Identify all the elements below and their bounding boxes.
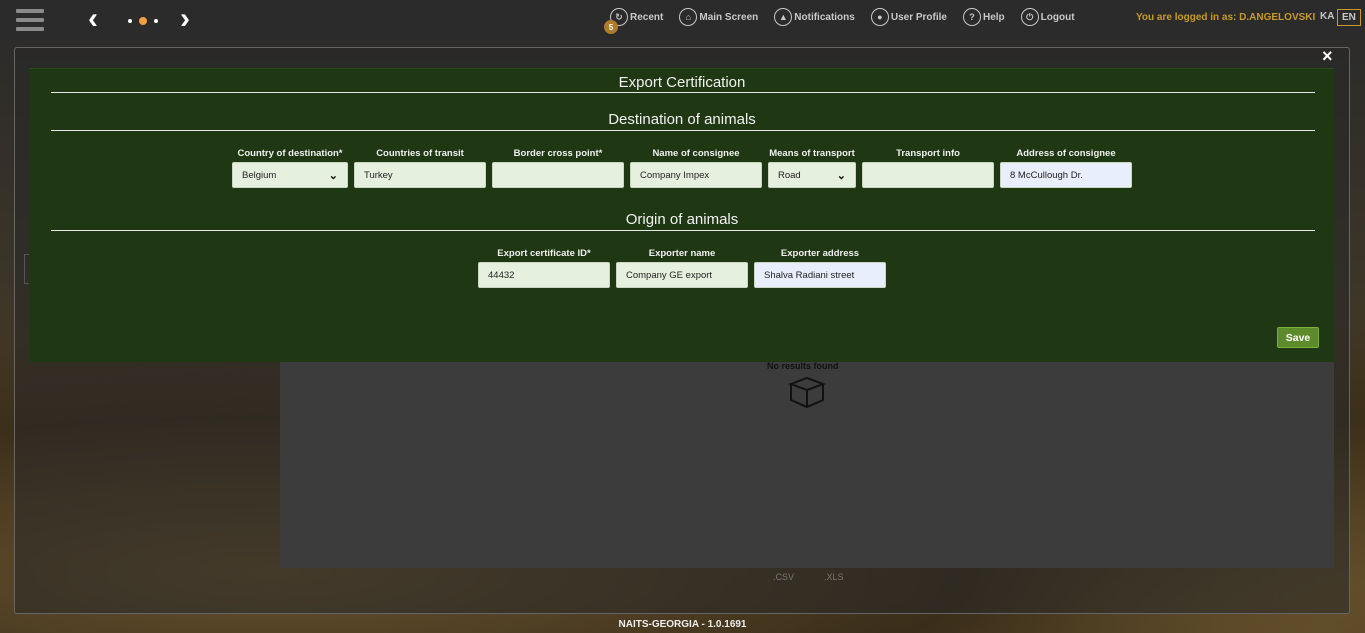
countries-of-transit-field: Countries of transit Turkey — [354, 148, 486, 188]
exporter-address-label: Exporter address — [780, 248, 860, 259]
forward-arrow-icon[interactable]: › — [180, 4, 190, 34]
close-icon[interactable]: × — [1322, 46, 1333, 66]
transport-info-label: Transport info — [896, 148, 960, 159]
menu-recent[interactable]: ↻ 5 Recent — [604, 8, 664, 34]
origin-title: Origin of animals — [625, 211, 739, 228]
chevron-down-icon: ⌄ — [328, 169, 338, 182]
power-icon: ⏻ — [1020, 8, 1039, 26]
transport-label: Means of transport — [769, 148, 855, 159]
export-csv-link[interactable]: .CSV — [773, 572, 794, 582]
transport-select[interactable]: Road ⌄ — [768, 162, 856, 188]
means-of-transport-field: Means of transport Road ⌄ — [768, 148, 856, 188]
export-certification-modal: Export Certification Destination of anim… — [29, 68, 1334, 362]
footer-version: NAITS-GEORGIA - 1.0.1691 — [618, 619, 747, 630]
logged-in-text: You are logged in as: D.ANGELOVSKI — [1136, 12, 1316, 23]
consignee-input[interactable]: Company Impex — [630, 162, 762, 188]
transit-label: Countries of transit — [376, 148, 464, 159]
name-of-consignee-field: Name of consignee Company Impex — [630, 148, 762, 188]
menu-logout[interactable]: ⏻ Logout — [1020, 8, 1075, 26]
menu-main-screen-label: Main Screen — [699, 11, 759, 23]
modal-title-divider — [51, 92, 1315, 93]
bell-icon: ▲ — [774, 8, 793, 26]
country-label: Country of destination* — [237, 148, 343, 159]
menu-recent-label: Recent — [630, 11, 664, 23]
modal-title: Export Certification — [618, 74, 746, 91]
top-menu: ↻ 5 Recent ⌂ Main Screen ▲ Notifications… — [604, 8, 1085, 34]
user-icon: ● — [870, 8, 889, 26]
menu-logout-label: Logout — [1040, 11, 1075, 23]
transit-input[interactable]: Turkey — [354, 162, 486, 188]
transport-info-input[interactable] — [862, 162, 994, 188]
consignee-label: Name of consignee — [652, 148, 740, 159]
back-arrow-icon[interactable]: ‹ — [88, 4, 98, 34]
destination-divider — [51, 130, 1315, 131]
menu-main-screen[interactable]: ⌂ Main Screen — [679, 8, 758, 26]
menu-notifications[interactable]: ▲ Notifications — [774, 8, 855, 26]
border-cross-point-field: Border cross point* — [492, 148, 624, 188]
exporter-address-field: Exporter address Shalva Radiani street — [754, 248, 886, 288]
help-icon: ? — [962, 8, 981, 26]
hamburger-menu-icon[interactable] — [16, 9, 44, 31]
destination-title: Destination of animals — [608, 111, 756, 128]
exporter-address-input[interactable]: Shalva Radiani street — [754, 262, 886, 288]
export-certificate-id-field: Export certificate ID* 44432 — [478, 248, 610, 288]
top-bar: ‹ › ↻ 5 Recent ⌂ Main Screen ▲ Notificat… — [0, 0, 1365, 40]
menu-user-profile[interactable]: ● User Profile — [870, 8, 947, 26]
menu-notifications-label: Notifications — [794, 11, 855, 23]
menu-help-label: Help — [982, 11, 1005, 23]
country-of-destination-field: Country of destination* Belgium ⌄ — [232, 148, 348, 188]
address-label: Address of consignee — [1016, 148, 1116, 159]
origin-divider — [51, 230, 1315, 231]
address-of-consignee-field: Address of consignee 8 McCullough Dr. — [1000, 148, 1132, 188]
transport-value: Road — [778, 169, 801, 181]
nav-dots-icon — [128, 17, 158, 25]
exporter-name-field: Exporter name Company GE export — [616, 248, 748, 288]
address-input[interactable]: 8 McCullough Dr. — [1000, 162, 1132, 188]
chevron-down-icon: ⌄ — [836, 169, 846, 182]
exporter-name-input[interactable]: Company GE export — [616, 262, 748, 288]
cert-id-input[interactable]: 44432 — [478, 262, 610, 288]
country-select[interactable]: Belgium ⌄ — [232, 162, 348, 188]
language-ka[interactable]: KA — [1316, 9, 1338, 24]
recent-badge: 5 — [604, 20, 618, 34]
home-icon: ⌂ — [679, 8, 698, 26]
exporter-name-label: Exporter name — [648, 248, 716, 259]
country-value: Belgium — [242, 169, 277, 181]
empty-box-icon — [788, 376, 826, 409]
language-en[interactable]: EN — [1337, 9, 1361, 26]
no-results-text: No results found — [767, 361, 839, 371]
menu-help[interactable]: ? Help — [962, 8, 1005, 26]
save-button[interactable]: Save — [1277, 327, 1319, 348]
export-xls-link[interactable]: .XLS — [824, 572, 844, 582]
menu-user-profile-label: User Profile — [890, 11, 947, 23]
transport-info-field: Transport info — [862, 148, 994, 188]
cert-id-label: Export certificate ID* — [497, 248, 591, 259]
border-label: Border cross point* — [513, 148, 603, 159]
border-input[interactable] — [492, 162, 624, 188]
